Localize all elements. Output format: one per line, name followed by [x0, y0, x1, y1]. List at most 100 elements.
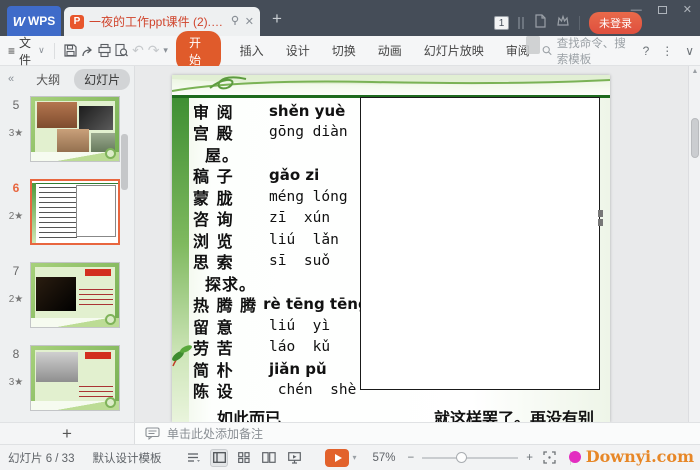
- white-cover-textbox[interactable]: [360, 97, 600, 390]
- wps-logo-tab[interactable]: W WPS: [7, 6, 61, 36]
- minimize-icon[interactable]: —: [631, 4, 642, 16]
- tab-slides[interactable]: 幻灯片: [74, 69, 130, 90]
- ribbon-tab-animation[interactable]: 动画: [378, 39, 402, 62]
- hanzi: 宫 殿: [193, 120, 269, 144]
- hanzi: 留 意: [193, 314, 269, 338]
- maximize-icon[interactable]: [658, 6, 667, 14]
- share-icon[interactable]: [79, 41, 96, 61]
- design-template-label[interactable]: 默认设计模板: [92, 450, 161, 466]
- ribbon-tab-transition[interactable]: 切换: [332, 39, 356, 62]
- play-slideshow-button[interactable]: [325, 449, 349, 467]
- slide-left-strip: [172, 98, 189, 422]
- ribbon-tab-review[interactable]: 审阅: [506, 39, 530, 62]
- normal-view-icon[interactable]: [210, 449, 228, 467]
- hanzi: 陈 设: [193, 378, 269, 402]
- skin-icon[interactable]: [556, 14, 570, 33]
- quick-access-caret-icon[interactable]: ▾: [163, 45, 168, 56]
- pinyin: liú lǎn: [269, 232, 339, 248]
- ribbon-tab-design[interactable]: 设计: [286, 39, 310, 62]
- hanzi: 劳 苦: [193, 335, 269, 359]
- ribbon-tab-home[interactable]: 开始: [176, 31, 221, 71]
- tab-outline[interactable]: 大纲: [36, 71, 60, 88]
- scrollbar-thumb[interactable]: [691, 118, 699, 158]
- tab-stack-icon: [518, 17, 524, 29]
- slide-circle-decoration: [105, 148, 116, 159]
- file-menu[interactable]: ≡ 文件 ∨: [8, 34, 47, 68]
- zoom-in-button[interactable]: +: [526, 452, 533, 464]
- collapse-ribbon-icon[interactable]: ∨: [685, 44, 694, 58]
- pinyin: liú yì: [269, 318, 330, 334]
- bottom-left-text: 如此而已: [217, 405, 281, 422]
- redo-icon[interactable]: ↷: [146, 42, 162, 59]
- scroll-up-icon[interactable]: ▲: [689, 68, 700, 75]
- fit-to-window-icon[interactable]: [543, 451, 556, 464]
- slide-animation-count: 3★: [4, 377, 28, 388]
- plus-icon: +: [62, 425, 72, 442]
- zoom-slider-thumb[interactable]: [456, 452, 467, 463]
- pinyin: gōng diàn: [269, 124, 348, 140]
- bottom-right-text: 就这样罢了。再没有别: [434, 405, 594, 422]
- ribbon-tab-insert[interactable]: 插入: [240, 39, 264, 62]
- ribbon-tab-slideshow[interactable]: 幻灯片放映: [424, 39, 484, 62]
- play-options-caret-icon[interactable]: ▾: [352, 453, 356, 462]
- print-icon[interactable]: [96, 41, 113, 61]
- print-preview-icon[interactable]: [113, 41, 130, 61]
- pinyin: méng lóng: [269, 189, 348, 205]
- slide-canvas[interactable]: 审 阅shěn yuè 宫 殿gōng diàn 屋。 稿 子gǎo zi 蒙 …: [172, 75, 610, 422]
- pinyin: chén shè: [269, 382, 356, 398]
- mini-text-lines: [79, 289, 113, 307]
- editing-canvas: 审 阅shěn yuè 宫 殿gōng diàn 屋。 稿 子gǎo zi 蒙 …: [135, 66, 700, 422]
- more-icon[interactable]: ⋮: [661, 44, 673, 58]
- resize-handle[interactable]: [598, 210, 603, 217]
- slide-panel: « 大纲 幻灯片 5 3★ 6 2★ 7 2★: [0, 66, 135, 422]
- notes-toggle-icon[interactable]: [185, 449, 203, 467]
- reading-view-icon[interactable]: [260, 449, 278, 467]
- pinyin: sī suǒ: [269, 253, 330, 269]
- search-placeholder: 查找命令、搜索模板: [557, 35, 637, 67]
- mini-white-box: [76, 185, 116, 237]
- slide-thumbnail-7[interactable]: 7 2★: [0, 262, 135, 330]
- slide-top-band: [172, 75, 610, 95]
- watermark: Downyi.com: [569, 447, 694, 466]
- zoom-level[interactable]: 57%: [372, 452, 395, 464]
- help-icon[interactable]: ?: [643, 44, 650, 58]
- ribbon-bar: ≡ 文件 ∨ ↶ ↷ ▾ 开始 插入 设计 切换 动画 幻灯片放映 审阅 查找命…: [0, 36, 700, 66]
- slideshow-view-icon[interactable]: [285, 449, 303, 467]
- sidebar-scrollbar[interactable]: [121, 134, 128, 190]
- slide-thumbnail-image[interactable]: [30, 96, 120, 162]
- slide-sorter-icon[interactable]: [235, 449, 253, 467]
- task-count-badge[interactable]: 1: [494, 16, 509, 30]
- slide-thumbnail-8[interactable]: 8 3★: [0, 345, 135, 413]
- tab-close-icon[interactable]: ✕: [245, 15, 254, 28]
- document-tab[interactable]: P 一夜的工作ppt课件 (2).ppt ✕: [64, 7, 260, 36]
- ribbon-divider: [54, 43, 55, 59]
- window-controls: — ✕: [631, 3, 692, 16]
- template-icon[interactable]: [533, 14, 547, 33]
- hanzi: 稿 子: [193, 163, 269, 187]
- watermark-dot-icon: [569, 451, 581, 463]
- close-icon[interactable]: ✕: [683, 3, 692, 16]
- slide-animation-count: 3★: [4, 128, 28, 139]
- slide-thumbnail-image[interactable]: [30, 179, 120, 245]
- command-search[interactable]: 查找命令、搜索模板: [542, 35, 637, 67]
- zoom-slider[interactable]: [422, 457, 518, 459]
- new-tab-button[interactable]: +: [272, 10, 282, 27]
- pin-icon[interactable]: [230, 15, 240, 28]
- slide-thumbnail-image[interactable]: [30, 345, 120, 411]
- slide-number: 5: [6, 98, 26, 112]
- leaf-icon: [172, 340, 194, 373]
- ppt-file-icon: P: [70, 15, 84, 29]
- notes-bar[interactable]: 单击此处添加备注: [135, 423, 700, 444]
- photo-dark: [36, 277, 76, 311]
- canvas-scrollbar[interactable]: ▲: [688, 66, 700, 422]
- slide-thumbnail-image[interactable]: [30, 262, 120, 328]
- slide-thumbnail-5[interactable]: 5 3★: [0, 96, 135, 164]
- hanzi: 蒙 胧: [193, 185, 269, 209]
- undo-icon[interactable]: ↶: [130, 42, 146, 59]
- save-icon[interactable]: [62, 41, 79, 61]
- add-slide-button[interactable]: +: [0, 423, 135, 444]
- panel-collapse-icon[interactable]: «: [8, 73, 14, 85]
- wps-logo-icon: W: [13, 14, 25, 29]
- slide-thumbnail-6-selected[interactable]: 6 2★: [0, 179, 135, 247]
- zoom-out-button[interactable]: −: [408, 452, 415, 464]
